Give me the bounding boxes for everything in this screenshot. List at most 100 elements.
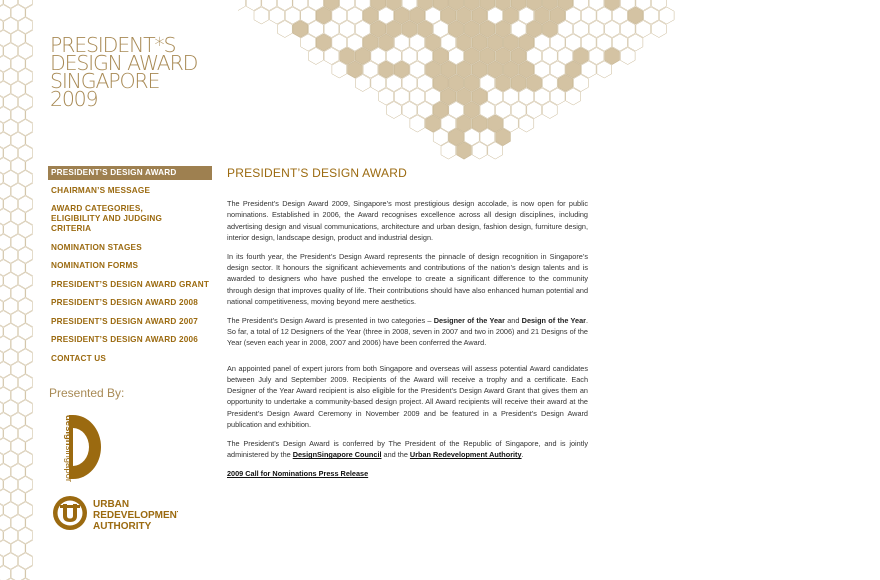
hexagon-tile <box>316 33 332 52</box>
hexagon-tile <box>18 348 33 366</box>
nav-item-nomination-forms[interactable]: NOMINATION FORMS <box>48 258 212 274</box>
hexagon-tile <box>495 20 511 38</box>
nav-item-design-award-2008[interactable]: PRESIDENT’S DESIGN AWARD 2008 <box>48 295 212 311</box>
hexagon-tile <box>10 488 26 506</box>
hexagon-tile <box>300 33 316 52</box>
hexagon-tile <box>471 33 488 52</box>
hexagon-tile <box>10 4 26 22</box>
nav-item-chairmans-message[interactable]: CHAIRMAN’S MESSAGE <box>48 183 212 199</box>
hexagon-tile <box>409 87 425 106</box>
hexagon-tile <box>18 552 33 570</box>
p5-text-b: and the <box>381 450 410 460</box>
hexagon-tile <box>440 6 457 25</box>
hexagon-tile <box>542 20 558 38</box>
ura-link[interactable]: Urban Redevelopment Authority <box>410 450 522 459</box>
nav-item-design-award-2006[interactable]: PRESIDENT’S DESIGN AWARD 2006 <box>48 332 212 348</box>
hexagon-tile <box>565 6 581 25</box>
hexagon-tile <box>3 119 18 136</box>
hexagon-tile <box>417 47 433 65</box>
hexagon-tile <box>518 114 535 133</box>
hexagon-tile <box>331 60 347 79</box>
hexagon-tile <box>549 33 566 52</box>
hexagon-tile <box>456 141 472 160</box>
hexagon-tile <box>510 101 527 119</box>
hexagon-tile <box>432 128 449 146</box>
hexagon-tile <box>510 20 527 38</box>
hexagon-tile <box>18 68 33 85</box>
hexagon-tile <box>18 170 33 187</box>
hexagon-tile <box>18 374 33 391</box>
hexagon-tile <box>3 374 18 391</box>
hexagon-tile <box>604 20 620 38</box>
nav-item-design-award-grant[interactable]: PRESIDENT’S DESIGN AWARD GRANT <box>48 277 212 293</box>
presented-by-label: Presented By: <box>49 386 125 400</box>
hexagon-tile <box>456 6 472 25</box>
p3-text-c: and <box>504 315 522 325</box>
nav-item-presidents-design-award[interactable]: PRESIDENT’S DESIGN AWARD <box>48 166 212 180</box>
hexagon-tile <box>448 128 464 146</box>
nav-item-design-award-2007[interactable]: PRESIDENT’S DESIGN AWARD 2007 <box>48 314 212 330</box>
hexagon-tile <box>277 20 293 38</box>
hexagon-tile <box>3 68 18 85</box>
paragraph-press: 2009 Call for Nominations Press Release <box>227 468 588 479</box>
hexagon-tile <box>440 87 457 106</box>
hexagon-tile <box>18 527 33 544</box>
hexagon-tile <box>394 33 410 52</box>
hexagon-tile <box>487 60 503 79</box>
hexagon-tile <box>432 74 449 92</box>
hexagon-tile <box>487 114 503 133</box>
hexagon-tile <box>456 87 472 106</box>
hexagon-tile <box>401 74 418 92</box>
hexagon-tile <box>596 60 612 79</box>
hexagon-tile <box>479 128 496 146</box>
hexagon-tile <box>448 47 464 65</box>
hexagon-tile <box>526 74 542 92</box>
hexagon-tile <box>18 42 33 60</box>
hexagon-tile <box>3 42 18 60</box>
hexagon-tile <box>557 47 574 65</box>
ura-logo[interactable]: URBAN REDEVELOPMENT AUTHORITY <box>52 494 178 534</box>
hexagon-tile <box>18 272 33 289</box>
designsingapore-council-link[interactable]: DesignSingapore Council <box>293 450 382 459</box>
hexagon-tile <box>3 501 18 519</box>
ura-text-line-1: URBAN <box>93 499 129 510</box>
p3-text-a: The President’s Design Award is presente… <box>227 315 434 325</box>
hexagon-tile <box>425 60 441 79</box>
press-release-link[interactable]: 2009 Call for Nominations Press Release <box>227 469 368 478</box>
hexagon-tile <box>518 60 535 79</box>
hexagon-tile <box>503 60 519 79</box>
hexagon-tile <box>526 20 542 38</box>
hexagon-tile <box>479 47 496 65</box>
hexagon-tile <box>18 246 33 264</box>
hexagon-tile <box>526 47 542 65</box>
hexagon-tile <box>495 101 511 119</box>
hexagon-tile <box>417 20 433 38</box>
ura-text-line-2: REDEVELOPMENT <box>93 510 178 521</box>
site-logo-title[interactable]: PRESIDENT*S DESIGN AWARD SINGAPORE 2009 <box>50 35 230 110</box>
hexagon-tile <box>3 0 18 9</box>
designsingapore-logo[interactable]: designsingapore <box>55 412 103 482</box>
hexagon-tile <box>588 20 605 38</box>
sidebar-nav: PRESIDENT’S DESIGN AWARD CHAIRMAN’S MESS… <box>48 166 212 367</box>
hexagon-tile <box>581 6 597 25</box>
hexagon-tile <box>10 182 26 200</box>
hexagon-tile <box>10 539 26 557</box>
hexagon-tile <box>456 33 472 52</box>
hexagon-tile <box>370 47 386 65</box>
hexagon-tile <box>510 74 527 92</box>
hexagon-tile <box>604 0 620 11</box>
hexagon-tile <box>3 297 18 315</box>
hexagon-tile <box>386 20 402 38</box>
hexagon-tile <box>440 33 457 52</box>
nav-item-award-categories[interactable]: AWARD CATEGORIES, ELIGIBILITY AND JUDGIN… <box>48 201 189 237</box>
hexagon-tile <box>355 47 371 65</box>
hexagon-tile <box>308 20 324 38</box>
hexagon-tile <box>425 6 441 25</box>
nav-item-nomination-stages[interactable]: NOMINATION STAGES <box>48 240 212 256</box>
hexagon-tile <box>10 208 26 226</box>
hexagon-tile <box>386 101 402 119</box>
nav-item-contact-us[interactable]: CONTACT US <box>48 351 212 367</box>
hexagon-tile <box>10 310 26 328</box>
hexagon-tile <box>573 0 589 11</box>
hexagon-tile <box>487 87 503 106</box>
